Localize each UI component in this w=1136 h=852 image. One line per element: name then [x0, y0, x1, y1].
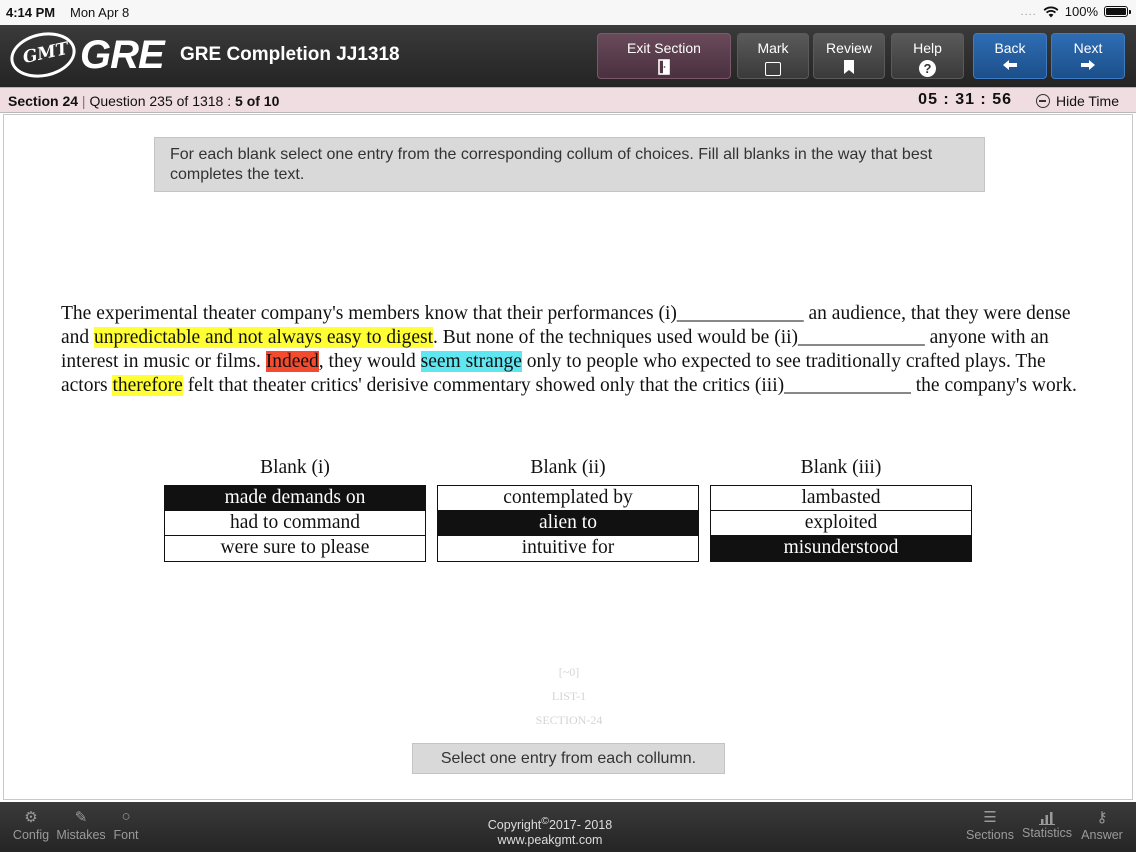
question-counter: Question 235 of 1318 :	[89, 93, 232, 109]
config-label: Config	[12, 828, 50, 842]
door-exit-icon	[658, 59, 670, 75]
copyright-website: www.peakgmt.com	[497, 833, 603, 848]
bar-chart-icon	[1039, 812, 1055, 825]
blank-i-column: Blank (i) made demands on had to command…	[164, 457, 426, 562]
next-label: Next	[1073, 40, 1103, 56]
blank-ii-options: contemplated by alien to intuitive for	[437, 485, 699, 562]
faint-list-label: LIST-1	[551, 689, 587, 703]
faint-index-label: [~0]	[558, 665, 580, 679]
blank-iii-option[interactable]: lambasted	[711, 486, 971, 511]
blank-ii-column: Blank (ii) contemplated by alien to intu…	[437, 457, 699, 562]
checkbox-icon	[765, 62, 781, 76]
key-icon: ⚷	[1096, 809, 1108, 826]
exit-section-button[interactable]: Exit Section	[597, 33, 731, 79]
hide-time-label: Hide Time	[1055, 93, 1119, 109]
battery-percent: 100%	[1064, 4, 1098, 19]
device-status-bar: 4:14 PM Mon Apr 8 .... 100%	[0, 0, 1136, 25]
question-progress: 5 of 10	[235, 93, 280, 109]
mark-button[interactable]: Mark	[737, 33, 809, 79]
logo-badge-text: GMT	[21, 38, 71, 68]
status-time: 4:14 PM	[6, 5, 56, 20]
config-button[interactable]: ⚙ Config	[8, 808, 54, 842]
edit-icon: ✎	[74, 809, 88, 826]
help-button[interactable]: Help ?	[891, 33, 964, 79]
font-label: Font	[113, 828, 139, 842]
minus-circle-icon	[1035, 94, 1050, 108]
question-passage: The experimental theater company's membe…	[61, 302, 1081, 398]
gear-icon: ⚙	[24, 809, 38, 826]
info-divider: |	[81, 93, 86, 109]
mark-label: Mark	[757, 40, 789, 56]
copyright-years: 2017- 2018	[548, 818, 613, 833]
next-button[interactable]: Next	[1051, 33, 1125, 79]
faint-section-label: SECTION-24	[535, 713, 603, 727]
app-header: GMT GRE GRE Completion JJ1318 Exit Secti…	[0, 25, 1136, 87]
highlight-red[interactable]: Indeed	[265, 351, 319, 372]
status-date: Mon Apr 8	[70, 5, 130, 20]
copyright-notice: Copyright©2017- 2018 www.peakgmt.com	[430, 814, 670, 848]
back-button[interactable]: Back	[973, 33, 1047, 79]
section-label: Section 24	[8, 93, 79, 109]
countdown-timer: 05 : 31 : 56	[918, 91, 1012, 108]
statistics-button[interactable]: Statistics	[1018, 808, 1076, 840]
exit-section-label: Exit Section	[627, 40, 701, 56]
circle-icon: ○	[121, 808, 131, 825]
blank-iii-option[interactable]: misunderstood	[711, 536, 971, 561]
blank-i-header: Blank (i)	[260, 457, 330, 478]
blank-iii-options: lambasted exploited misunderstood	[710, 485, 972, 562]
highlight-yellow-1[interactable]: unpredictable and not always easy to dig…	[94, 327, 434, 348]
question-mark-icon: ?	[919, 60, 936, 77]
review-label: Review	[826, 40, 872, 56]
app-footer: ⚙ Config ✎ Mistakes ○ Font Copyright©201…	[0, 802, 1136, 852]
blank-iii-column: Blank (iii) lambasted exploited misunder…	[710, 457, 972, 562]
arrow-right-icon	[1081, 60, 1095, 70]
app-title: GRE Completion JJ1318	[180, 44, 400, 65]
instruction-box: For each blank select one entry from the…	[154, 137, 985, 192]
highlight-cyan[interactable]: seem strange	[420, 351, 522, 372]
help-label: Help	[913, 40, 942, 56]
copyright-word: Copyright	[487, 818, 542, 833]
arrow-left-icon	[1003, 60, 1017, 70]
question-location: Section 24 | Question 235 of 1318 : 5 of…	[8, 93, 279, 109]
blank-i-option[interactable]: had to command	[165, 511, 425, 536]
blank-ii-option[interactable]: contemplated by	[438, 486, 698, 511]
answer-button[interactable]: ⚷ Answer	[1077, 808, 1127, 842]
bookmark-icon	[844, 60, 854, 74]
back-label: Back	[994, 40, 1026, 56]
gre-logo: GRE	[80, 33, 165, 77]
answer-label: Answer	[1081, 828, 1123, 842]
hide-time-button[interactable]: Hide Time	[1035, 93, 1119, 109]
font-button[interactable]: ○ Font	[108, 808, 144, 842]
blank-i-options: made demands on had to command were sure…	[164, 485, 426, 562]
copyright-line: Copyright©2017- 2018	[430, 814, 670, 833]
selection-hint: Select one entry from each collumn.	[412, 743, 725, 774]
mistakes-label: Mistakes	[56, 828, 106, 842]
blank-iii-header: Blank (iii)	[800, 457, 882, 478]
status-right-group: .... 100%	[1020, 4, 1131, 19]
blank-ii-option[interactable]: intuitive for	[438, 536, 698, 561]
blank-iii-option[interactable]: exploited	[711, 511, 971, 536]
gmt-logo-badge: GMT	[6, 26, 80, 84]
list-icon: ☰	[983, 809, 997, 826]
sections-label: Sections	[966, 828, 1014, 842]
copyright-symbol: ©	[541, 816, 549, 827]
question-panel: For each blank select one entry from the…	[3, 114, 1133, 800]
review-button[interactable]: Review	[813, 33, 885, 79]
multitask-dots: ....	[1020, 5, 1037, 18]
battery-icon	[1104, 6, 1131, 17]
highlight-yellow-2[interactable]: therefore	[112, 375, 183, 396]
blank-ii-option[interactable]: alien to	[438, 511, 698, 536]
sections-button[interactable]: ☰ Sections	[962, 808, 1018, 842]
wifi-icon	[1043, 6, 1059, 17]
question-info-bar: Section 24 | Question 235 of 1318 : 5 of…	[0, 87, 1136, 113]
statistics-label: Statistics	[1021, 826, 1072, 840]
passage-text-5: felt that theater critics' derisive comm…	[182, 375, 1077, 396]
passage-text-3: , they would	[318, 351, 421, 372]
blank-ii-header: Blank (ii)	[530, 457, 606, 478]
blank-i-option[interactable]: were sure to please	[165, 536, 425, 561]
mistakes-button[interactable]: ✎ Mistakes	[54, 808, 108, 842]
blank-i-option[interactable]: made demands on	[165, 486, 425, 511]
